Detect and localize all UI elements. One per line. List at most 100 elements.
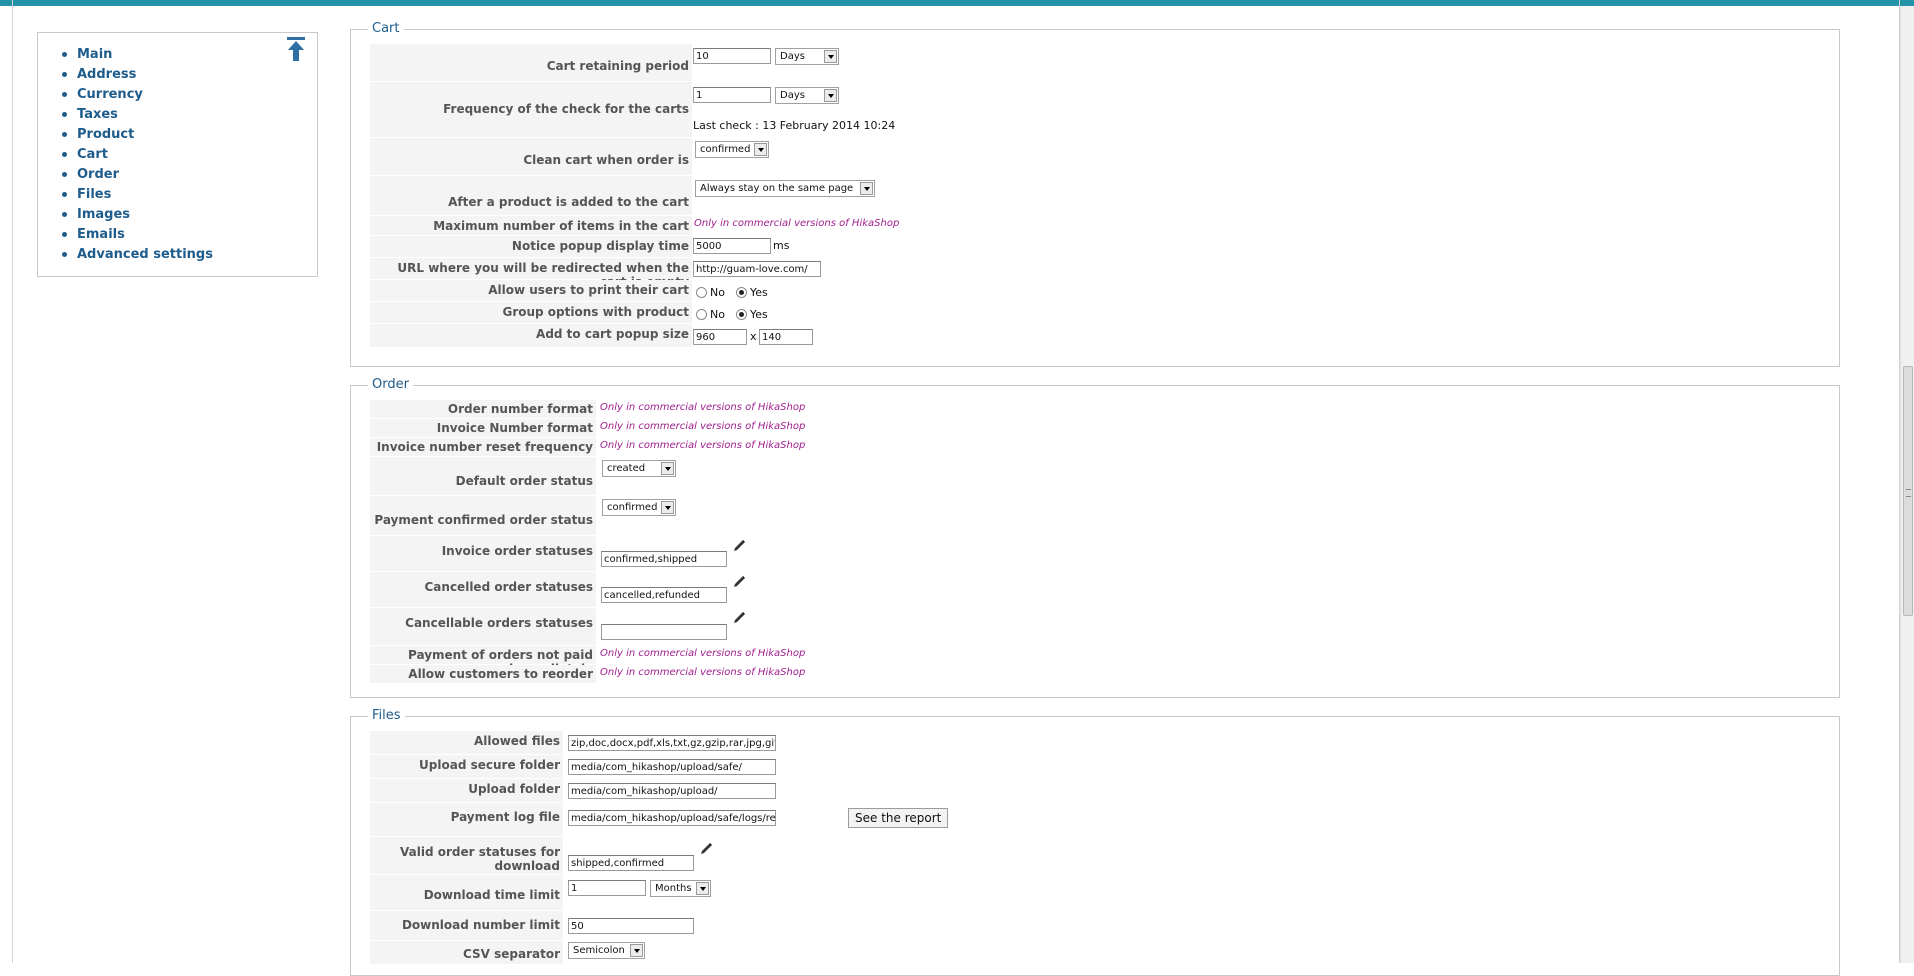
valid-download-statuses-input[interactable]: shipped,confirmed bbox=[568, 855, 694, 871]
download-time-limit-label: Download time limit bbox=[370, 875, 563, 911]
menu-link[interactable]: Images bbox=[77, 207, 130, 222]
bullet-icon bbox=[62, 112, 67, 117]
edit-pencil-icon[interactable] bbox=[731, 610, 747, 626]
menu-link[interactable]: Order bbox=[77, 167, 119, 182]
redirect-url-label: URL where you will be redirected when th… bbox=[370, 258, 692, 289]
download-number-limit-label: Download number limit bbox=[370, 911, 563, 941]
payment-confirmed-status-label: Payment confirmed order status bbox=[370, 496, 596, 536]
check-frequency-label: Frequency of the check for the carts bbox=[370, 82, 692, 138]
cart-retaining-period-input[interactable]: 10 bbox=[693, 48, 771, 64]
chevron-down-icon bbox=[696, 882, 709, 895]
menu-item-address[interactable]: Address bbox=[62, 64, 213, 84]
bullet-icon bbox=[62, 52, 67, 57]
menu-item-main[interactable]: Main bbox=[62, 44, 213, 64]
upload-secure-folder-label: Upload secure folder bbox=[370, 755, 563, 779]
clean-cart-select[interactable]: confirmed bbox=[695, 141, 769, 158]
popup-size-label: Add to cart popup size bbox=[370, 324, 692, 348]
print-cart-yes-label[interactable]: Yes bbox=[750, 286, 768, 299]
check-frequency-input[interactable]: 1 bbox=[693, 87, 771, 103]
upload-folder-input[interactable]: media/com_hikashop/upload/ bbox=[568, 783, 776, 799]
menu-link[interactable]: Files bbox=[77, 187, 111, 202]
files-fieldset: Files Allowed files zip,doc,docx,pdf,xls… bbox=[350, 708, 1840, 976]
download-time-limit-input[interactable]: 1 bbox=[568, 880, 646, 896]
orders-not-paid-note: Only in commercial versions of HikaShop bbox=[600, 648, 806, 659]
menu-link[interactable]: Emails bbox=[77, 227, 125, 242]
check-frequency-unit-select[interactable]: Days bbox=[775, 87, 839, 104]
bullet-icon bbox=[62, 252, 67, 257]
download-number-limit-input[interactable]: 50 bbox=[568, 918, 694, 934]
edit-pencil-icon[interactable] bbox=[698, 841, 714, 857]
menu-item-order[interactable]: Order bbox=[62, 164, 213, 184]
payment-log-file-input[interactable]: media/com_hikashop/upload/safe/logs/repo… bbox=[568, 810, 776, 826]
upload-secure-folder-input[interactable]: media/com_hikashop/upload/safe/ bbox=[568, 759, 776, 775]
print-cart-no-label[interactable]: No bbox=[710, 286, 725, 299]
csv-separator-select[interactable]: Semicolon bbox=[568, 942, 645, 959]
config-menu: Main Address Currency Taxes Product Cart… bbox=[37, 32, 318, 277]
default-order-status-select[interactable]: created bbox=[602, 460, 676, 477]
back-to-top-icon[interactable] bbox=[285, 36, 307, 62]
menu-link[interactable]: Product bbox=[77, 127, 134, 142]
print-cart-no-radio[interactable] bbox=[696, 287, 707, 298]
bullet-icon bbox=[62, 132, 67, 137]
default-order-status-label: Default order status bbox=[370, 457, 596, 496]
bullet-icon bbox=[62, 172, 67, 177]
menu-item-currency[interactable]: Currency bbox=[62, 84, 213, 104]
group-options-yes-radio[interactable] bbox=[736, 309, 747, 320]
redirect-url-input[interactable]: http://guam-love.com/ bbox=[693, 261, 821, 277]
cart-retaining-period-unit-select[interactable]: Days bbox=[775, 48, 839, 65]
group-options-no-label[interactable]: No bbox=[710, 308, 725, 321]
order-number-format-label: Order number format bbox=[370, 400, 596, 419]
max-items-label: Maximum number of items in the cart bbox=[370, 216, 692, 236]
chevron-down-icon bbox=[661, 462, 674, 475]
cart-fieldset: Cart Cart retaining period 10 Days Frequ… bbox=[350, 21, 1840, 367]
cancellable-orders-statuses-input[interactable] bbox=[601, 624, 727, 640]
menu-item-product[interactable]: Product bbox=[62, 124, 213, 144]
cancelled-order-statuses-label: Cancelled order statuses bbox=[370, 572, 596, 608]
menu-link[interactable]: Main bbox=[77, 47, 112, 62]
max-items-commercial-note: Only in commercial versions of HikaShop bbox=[694, 218, 900, 229]
page-scrollbar[interactable] bbox=[1900, 6, 1914, 963]
grip-icon bbox=[1906, 489, 1911, 497]
menu-item-advanced-settings[interactable]: Advanced settings bbox=[62, 244, 213, 264]
menu-link[interactable]: Cart bbox=[77, 147, 108, 162]
cancelled-order-statuses-input[interactable]: cancelled,refunded bbox=[601, 587, 727, 603]
group-options-label: Group options with product bbox=[370, 302, 692, 324]
chevron-down-icon bbox=[824, 89, 837, 102]
bullet-icon bbox=[62, 152, 67, 157]
menu-link[interactable]: Advanced settings bbox=[77, 247, 213, 262]
popup-height-input[interactable]: 140 bbox=[759, 329, 813, 345]
valid-download-statuses-label: Valid order statuses for download bbox=[370, 837, 563, 875]
menu-link[interactable]: Taxes bbox=[77, 107, 118, 122]
menu-link[interactable]: Currency bbox=[77, 87, 143, 102]
notice-popup-input[interactable]: 5000 bbox=[693, 238, 771, 254]
menu-item-taxes[interactable]: Taxes bbox=[62, 104, 213, 124]
chevron-down-icon bbox=[860, 182, 873, 195]
scrollbar-thumb[interactable] bbox=[1903, 366, 1913, 616]
payment-log-file-label: Payment log file bbox=[370, 803, 563, 837]
allowed-files-input[interactable]: zip,doc,docx,pdf,xls,txt,gz,gzip,rar,jpg… bbox=[568, 735, 776, 751]
group-options-no-radio[interactable] bbox=[696, 309, 707, 320]
payment-confirmed-status-select[interactable]: confirmed bbox=[602, 499, 676, 516]
popup-width-input[interactable]: 960 bbox=[693, 329, 747, 345]
invoice-order-statuses-input[interactable]: confirmed,shipped bbox=[601, 551, 727, 567]
see-report-button[interactable]: See the report bbox=[848, 808, 949, 828]
menu-item-images[interactable]: Images bbox=[62, 204, 213, 224]
menu-link[interactable]: Address bbox=[77, 67, 136, 82]
print-cart-yes-radio[interactable] bbox=[736, 287, 747, 298]
menu-item-cart[interactable]: Cart bbox=[62, 144, 213, 164]
edit-pencil-icon[interactable] bbox=[731, 574, 747, 590]
download-time-limit-unit-select[interactable]: Months bbox=[650, 880, 711, 897]
cart-legend: Cart bbox=[368, 21, 404, 36]
menu-item-emails[interactable]: Emails bbox=[62, 224, 213, 244]
bullet-icon bbox=[62, 212, 67, 217]
after-add-select[interactable]: Always stay on the same page bbox=[695, 180, 875, 197]
files-legend: Files bbox=[368, 708, 405, 723]
edit-pencil-icon[interactable] bbox=[731, 538, 747, 554]
order-number-format-note: Only in commercial versions of HikaShop bbox=[600, 402, 806, 413]
chevron-down-icon bbox=[824, 50, 837, 63]
menu-item-files[interactable]: Files bbox=[62, 184, 213, 204]
group-options-yes-label[interactable]: Yes bbox=[750, 308, 768, 321]
bullet-icon bbox=[62, 232, 67, 237]
clean-cart-label: Clean cart when order is bbox=[370, 138, 692, 176]
popup-size-separator: x bbox=[750, 330, 757, 343]
